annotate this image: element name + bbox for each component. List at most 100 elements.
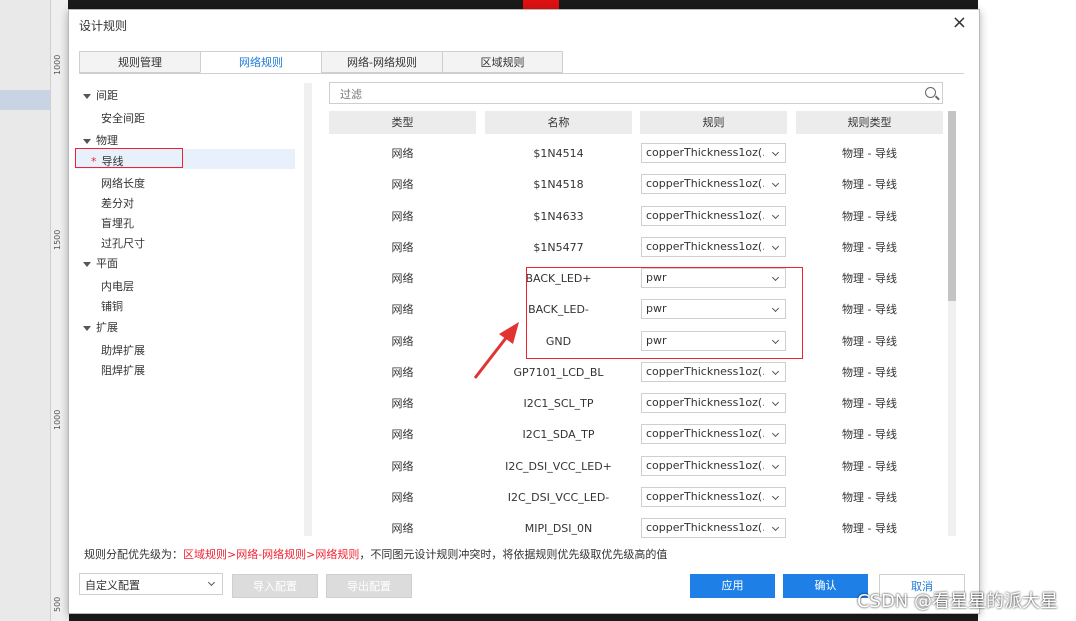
- close-icon[interactable]: ×: [952, 13, 967, 33]
- chevron-down-icon: [207, 578, 216, 587]
- cell-rule-type: 物理 - 导线: [842, 210, 897, 223]
- table-row[interactable]: 网络 I2C1_SCL_TP copperThickness1oz(... 物理 - …: [329, 388, 946, 419]
- table-row[interactable]: 网络 $1N4633 copperThickness1oz(... 物理 - 导线: [329, 201, 946, 232]
- cell-rule-type: 物理 - 导线: [842, 303, 897, 316]
- tree-node-expansion[interactable]: 扩展: [83, 319, 118, 335]
- cell-name: I2C1_SCL_TP: [523, 397, 594, 410]
- cell-type: 网络: [391, 178, 414, 191]
- cell-name: MIPI_DSI_0N: [524, 522, 593, 535]
- export-config-button[interactable]: 导出配置: [326, 574, 412, 598]
- import-config-button[interactable]: 导入配置: [232, 574, 318, 598]
- tree-item-diff-pair[interactable]: 差分对: [101, 195, 134, 211]
- tree-item-paste-expansion[interactable]: 助焊扩展: [101, 342, 145, 358]
- vertical-ruler: 1000 1500 1000 500: [50, 0, 69, 621]
- tab-net-rules[interactable]: 网络规则: [200, 51, 322, 73]
- tree-item-via-size[interactable]: 过孔尺寸: [101, 235, 145, 251]
- tab-rule-management[interactable]: 规则管理: [79, 51, 201, 73]
- rule-select[interactable]: copperThickness1oz(...: [641, 393, 786, 413]
- column-header-name[interactable]: 名称: [485, 111, 632, 134]
- cell-type: 网络: [391, 397, 414, 410]
- rule-select[interactable]: copperThickness1oz(...: [641, 174, 786, 194]
- annotation-highlight-box: [526, 267, 803, 359]
- cell-name: $1N5477: [533, 241, 584, 254]
- apply-button[interactable]: 应用: [690, 574, 775, 598]
- expand-arrow-icon[interactable]: [83, 93, 91, 99]
- rule-select[interactable]: copperThickness1oz(...: [641, 237, 786, 257]
- column-header-rule-type[interactable]: 规则类型: [796, 111, 943, 134]
- tree-item-inner-layer[interactable]: 内电层: [101, 278, 134, 294]
- tree-item-blind-via[interactable]: 盲埋孔: [101, 215, 134, 231]
- background-panel: [0, 0, 50, 621]
- chevron-down-icon: [771, 148, 780, 157]
- cell-rule-type: 物理 - 导线: [842, 335, 897, 348]
- rule-select[interactable]: copperThickness1oz(...: [641, 424, 786, 444]
- rule-select[interactable]: copperThickness1oz(...: [641, 362, 786, 382]
- rule-tabs: 规则管理 网络规则 网络-网络规则 区域规则: [79, 51, 964, 74]
- column-header-type[interactable]: 类型: [329, 111, 476, 134]
- modified-marker: *: [91, 155, 97, 168]
- table-row[interactable]: 网络 I2C_DSI_VCC_LED+ copperThickness1oz(...…: [329, 451, 946, 482]
- rule-select-value: copperThickness1oz(...: [646, 490, 764, 503]
- table-row[interactable]: 网络 I2C_DSI_VCC_LED-copperThickness1oz(...…: [329, 482, 946, 513]
- table-row[interactable]: 网络 MIPI_DSI_0N copperThickness1oz(... 物理 - …: [329, 513, 946, 544]
- cell-rule-type: 物理 - 导线: [842, 491, 897, 504]
- tree-item-trace[interactable]: * 导线: [91, 153, 124, 169]
- cell-type: 网络: [391, 428, 414, 441]
- scrollbar-thumb[interactable]: [948, 111, 956, 301]
- rule-select-value: copperThickness1oz(...: [646, 177, 764, 190]
- cell-type: 网络: [391, 366, 414, 379]
- chevron-down-icon: [771, 523, 780, 532]
- tree-item-net-length[interactable]: 网络长度: [101, 175, 145, 191]
- cell-type: 网络: [391, 491, 414, 504]
- ok-button[interactable]: 确认: [783, 574, 868, 598]
- rule-select-value: copperThickness1oz(...: [646, 240, 764, 253]
- pcb-canvas-strip: [68, 0, 978, 9]
- cell-name: $1N4518: [533, 178, 584, 191]
- cell-type: 网络: [391, 522, 414, 535]
- cell-rule-type: 物理 - 导线: [842, 272, 897, 285]
- expand-arrow-icon[interactable]: [83, 138, 91, 144]
- table-row[interactable]: 网络 $1N4518 copperThickness1oz(... 物理 - 导线: [329, 169, 946, 200]
- rule-select-value: copperThickness1oz(...: [646, 396, 764, 409]
- table-row[interactable]: 网络 $1N5477 copperThickness1oz(... 物理 - 导线: [329, 232, 946, 263]
- rule-select-value: copperThickness1oz(...: [646, 146, 764, 159]
- filter-box: [329, 82, 943, 104]
- expand-arrow-icon[interactable]: [83, 261, 91, 267]
- tree-item-mask-expansion[interactable]: 阻焊扩展: [101, 362, 145, 378]
- tree-item-copper-pour[interactable]: 铺铜: [101, 298, 123, 314]
- column-header-rule[interactable]: 规则: [640, 111, 787, 134]
- tree-node-physical[interactable]: 物理: [83, 132, 118, 148]
- rule-select[interactable]: copperThickness1oz(...: [641, 143, 786, 163]
- table-row[interactable]: 网络 GP7101_LCD_BL copperThickness1oz(... 物理 …: [329, 357, 946, 388]
- ruler-label: 1000: [53, 409, 62, 430]
- rule-select-value: copperThickness1oz(...: [646, 365, 764, 378]
- cell-rule-type: 物理 - 导线: [842, 366, 897, 379]
- cell-name: I2C1_SDA_TP: [522, 428, 595, 441]
- dialog-titlebar: 设计规则 ×: [69, 10, 979, 37]
- rule-select[interactable]: copperThickness1oz(...: [641, 487, 786, 507]
- table-row[interactable]: 网络 I2C1_SDA_TP copperThickness1oz(... 物理 - …: [329, 419, 946, 450]
- cell-rule-type: 物理 - 导线: [842, 428, 897, 441]
- tab-region-rules[interactable]: 区域规则: [442, 51, 563, 73]
- rule-select[interactable]: copperThickness1oz(...: [641, 206, 786, 226]
- chevron-down-icon: [771, 461, 780, 470]
- tree-node-plane[interactable]: 平面: [83, 255, 118, 271]
- config-select[interactable]: 自定义配置: [79, 573, 223, 595]
- rule-select[interactable]: copperThickness1oz(...: [641, 456, 786, 476]
- tab-net-to-net-rules[interactable]: 网络-网络规则: [321, 51, 443, 73]
- filter-input[interactable]: [338, 84, 902, 104]
- chevron-down-icon: [771, 179, 780, 188]
- cell-name: $1N4633: [533, 210, 584, 223]
- search-icon[interactable]: [925, 87, 936, 98]
- dialog-title: 设计规则: [79, 19, 128, 33]
- expand-arrow-icon[interactable]: [83, 325, 91, 331]
- tree-scrollbar[interactable]: [304, 83, 312, 536]
- cell-type: 网络: [391, 241, 414, 254]
- table-scrollbar[interactable]: [948, 111, 956, 536]
- tree-node-spacing[interactable]: 间距: [83, 87, 118, 103]
- priority-note: 规则分配优先级为：区域规则>网络-网络规则>网络规则，不同图元设计规则冲突时，将…: [84, 546, 667, 562]
- chevron-down-icon: [771, 492, 780, 501]
- table-row[interactable]: 网络 $1N4514 copperThickness1oz(... 物理 - 导线: [329, 138, 946, 169]
- rule-select[interactable]: copperThickness1oz(...: [641, 518, 786, 538]
- tree-item-safe-spacing[interactable]: 安全间距: [101, 110, 145, 126]
